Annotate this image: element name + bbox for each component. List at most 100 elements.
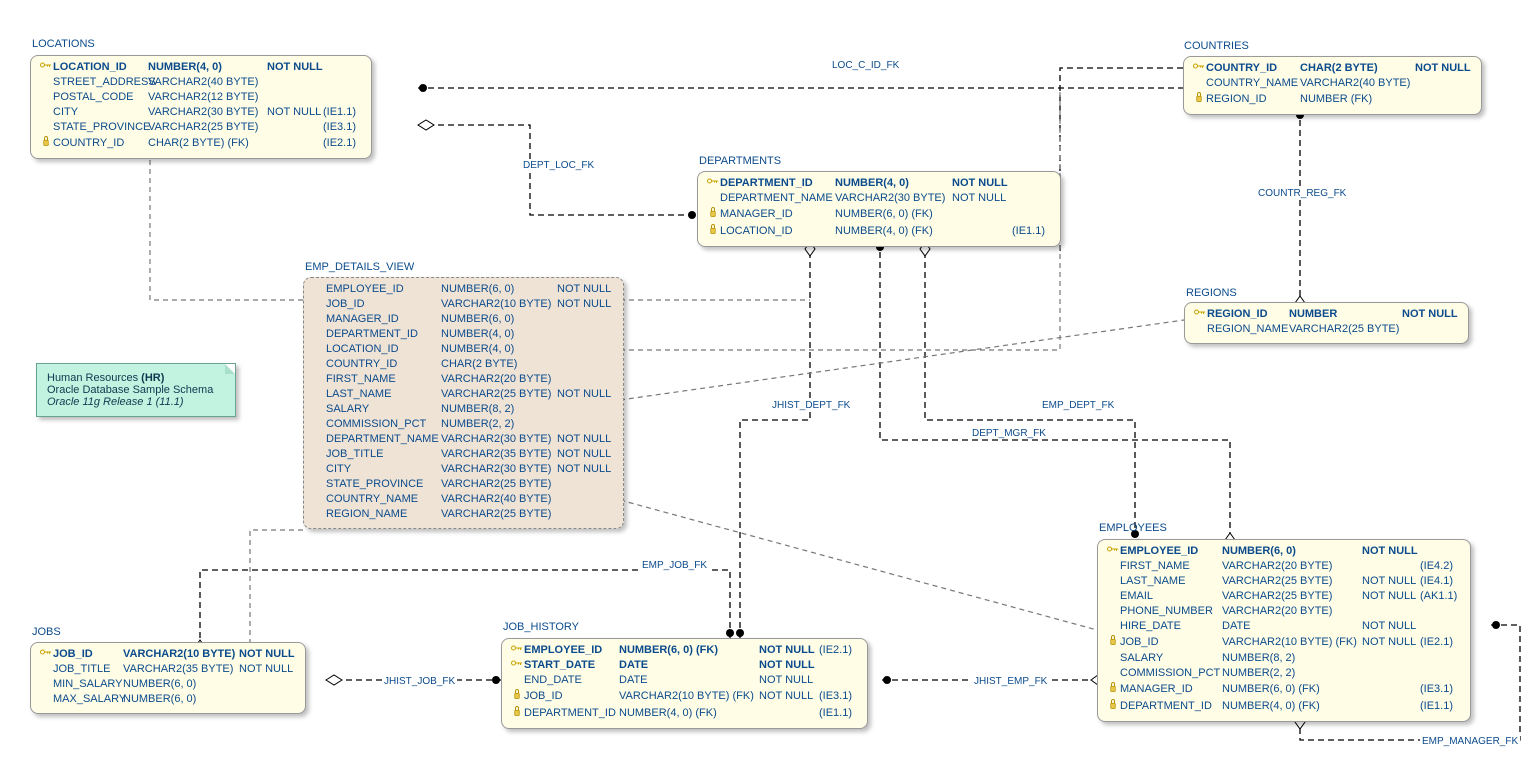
key-icon: [510, 643, 524, 658]
column-name: COMMISSION_PCT: [1120, 666, 1222, 681]
table-row: JOB_IDVARCHAR2(10 BYTE)NOT NULL: [39, 647, 297, 662]
column-name: MANAGER_ID: [326, 312, 441, 327]
entity-job_history[interactable]: EMPLOYEE_IDNUMBER(6, 0) (FK)NOT NULL(IE2…: [501, 638, 868, 729]
column-type: VARCHAR2(30 BYTE): [835, 191, 952, 206]
column-type: NUMBER(6, 0): [441, 282, 557, 297]
column-name: REGION_NAME: [326, 507, 441, 522]
column-name: LOCATION_ID: [53, 60, 148, 75]
column-name: EMPLOYEE_ID: [1120, 544, 1222, 559]
entity-jobs[interactable]: JOB_IDVARCHAR2(10 BYTE)NOT NULLJOB_TITLE…: [30, 642, 306, 714]
column-index: (AK1.1): [1420, 589, 1462, 604]
column-name: COUNTRY_NAME: [1206, 76, 1300, 91]
fk-label-jhist-job: JHIST_JOB_FK: [382, 676, 457, 687]
table-row: COUNTRY_NAMEVARCHAR2(40 BYTE): [312, 492, 615, 507]
column-index: (IE1.1): [1012, 224, 1052, 239]
column-name: STREET_ADDRESS: [53, 75, 148, 90]
table-row: HIRE_DATEDATENOT NULL: [1106, 619, 1462, 634]
column-name: POSTAL_CODE: [53, 90, 148, 105]
column-name: DEPARTMENT_ID: [720, 176, 835, 191]
entity-emp_details_view[interactable]: EMPLOYEE_IDNUMBER(6, 0)NOT NULLJOB_IDVAR…: [303, 277, 624, 529]
column-type: VARCHAR2(40 BYTE): [1300, 76, 1415, 91]
column-type: NUMBER(4, 0): [148, 60, 267, 75]
column-name: PHONE_NUMBER: [1120, 604, 1222, 619]
column-nullable: NOT NULL: [952, 176, 1012, 191]
column-type: NUMBER: [1289, 307, 1402, 322]
table-title-job_history: JOB_HISTORY: [503, 621, 579, 633]
column-name: JOB_ID: [326, 297, 441, 312]
table-row: LOCATION_IDNUMBER(4, 0)NOT NULL: [39, 60, 363, 75]
column-name: JOB_ID: [53, 647, 123, 662]
table-row: REGION_NAMEVARCHAR2(25 BYTE): [1193, 322, 1460, 337]
table-row: JOB_IDVARCHAR2(10 BYTE)NOT NULL: [312, 297, 615, 312]
table-row: STATE_PROVINCEVARCHAR2(25 BYTE)(IE3.1): [39, 120, 363, 135]
column-type: NUMBER(4, 0) (FK): [619, 706, 759, 721]
column-name: REGION_ID: [1206, 92, 1300, 107]
table-row: LOCATION_IDNUMBER(4, 0): [312, 342, 615, 357]
column-type: VARCHAR2(30 BYTE): [441, 432, 557, 447]
column-nullable: NOT NULL: [1362, 619, 1420, 634]
column-nullable: NOT NULL: [267, 105, 323, 120]
lock-icon: [510, 688, 524, 705]
column-type: NUMBER(6, 0) (FK): [619, 643, 759, 658]
fk-label-jhist-emp: JHIST_EMP_FK: [972, 676, 1049, 687]
column-name: START_DATE: [524, 658, 619, 673]
table-row: COMMISSION_PCTNUMBER(2, 2): [1106, 666, 1462, 681]
table-row: MAX_SALARYNUMBER(6, 0): [39, 692, 297, 707]
table-row: COUNTRY_IDCHAR(2 BYTE) (FK)(IE2.1): [39, 135, 363, 152]
column-name: MAX_SALARY: [53, 692, 123, 707]
column-name: DEPARTMENT_ID: [524, 706, 619, 721]
fk-label-loc-c-id: LOC_C_ID_FK: [830, 60, 901, 71]
table-row: LAST_NAMEVARCHAR2(25 BYTE)NOT NULL(IE4.1…: [1106, 574, 1462, 589]
table-row: JOB_TITLEVARCHAR2(35 BYTE)NOT NULL: [312, 447, 615, 462]
entity-employees[interactable]: EMPLOYEE_IDNUMBER(6, 0)NOT NULLFIRST_NAM…: [1097, 539, 1471, 722]
column-index: (IE3.1): [819, 689, 859, 704]
key-icon: [510, 658, 524, 673]
key-icon: [1106, 544, 1120, 559]
column-name: DEPARTMENT_NAME: [326, 432, 441, 447]
table-row: DEPARTMENT_IDNUMBER(4, 0): [312, 327, 615, 342]
column-type: VARCHAR2(12 BYTE): [148, 90, 267, 105]
column-name: COUNTRY_NAME: [326, 492, 441, 507]
column-nullable: NOT NULL: [557, 432, 615, 447]
fk-label-emp-mgr: EMP_MANAGER_FK: [1420, 736, 1520, 747]
lock-icon: [1106, 698, 1120, 715]
column-name: COUNTRY_ID: [1206, 61, 1300, 76]
column-nullable: NOT NULL: [1415, 61, 1473, 76]
entity-departments[interactable]: DEPARTMENT_IDNUMBER(4, 0)NOT NULL DEPARTM…: [697, 171, 1061, 247]
column-name: MANAGER_ID: [1120, 682, 1222, 697]
column-nullable: NOT NULL: [239, 647, 297, 662]
column-index: (IE3.1): [1420, 682, 1462, 697]
column-name: STATE_PROVINCE: [326, 477, 441, 492]
key-icon: [706, 176, 720, 191]
lock-icon: [39, 135, 53, 152]
column-name: DEPARTMENT_NAME: [720, 191, 835, 206]
column-type: CHAR(2 BYTE) (FK): [148, 136, 267, 151]
column-type: NUMBER(4, 0): [835, 176, 952, 191]
column-type: NUMBER(2, 2): [441, 417, 557, 432]
column-name: END_DATE: [524, 673, 619, 688]
entity-regions[interactable]: REGION_IDNUMBERNOT NULLREGION_NAMEVARCHA…: [1184, 302, 1469, 344]
column-type: VARCHAR2(25 BYTE): [441, 477, 557, 492]
column-name: SALARY: [1120, 651, 1222, 666]
note-title: Human Resources (HR): [47, 372, 225, 384]
column-name: COUNTRY_ID: [53, 136, 148, 151]
column-type: NUMBER(6, 0) (FK): [835, 207, 952, 222]
table-row: DEPARTMENT_IDNUMBER(4, 0) (FK)(IE1.1): [510, 705, 859, 722]
column-type: VARCHAR2(10 BYTE) (FK): [1222, 635, 1362, 650]
column-name: EMAIL: [1120, 589, 1222, 604]
entity-locations[interactable]: LOCATION_IDNUMBER(4, 0)NOT NULLSTREET_AD…: [30, 55, 372, 159]
entity-countries[interactable]: COUNTRY_IDCHAR(2 BYTE)NOT NULLCOUNTRY_NA…: [1183, 56, 1482, 115]
column-type: NUMBER(6, 0): [441, 312, 557, 327]
column-name: LAST_NAME: [326, 387, 441, 402]
column-nullable: NOT NULL: [557, 462, 615, 477]
table-row: COUNTRY_NAMEVARCHAR2(40 BYTE): [1192, 76, 1473, 91]
table-row: COUNTRY_IDCHAR(2 BYTE)NOT NULL: [1192, 61, 1473, 76]
table-row: FIRST_NAMEVARCHAR2(20 BYTE)(IE4.2): [1106, 559, 1462, 574]
table-title-regions: REGIONS: [1186, 287, 1237, 299]
table-title-locations: LOCATIONS: [32, 38, 95, 50]
column-name: STATE_PROVINCE: [53, 120, 148, 135]
column-type: VARCHAR2(30 BYTE): [441, 462, 557, 477]
table-row: END_DATEDATENOT NULL: [510, 673, 859, 688]
column-nullable: NOT NULL: [1362, 589, 1420, 604]
table-row: FIRST_NAMEVARCHAR2(20 BYTE): [312, 372, 615, 387]
